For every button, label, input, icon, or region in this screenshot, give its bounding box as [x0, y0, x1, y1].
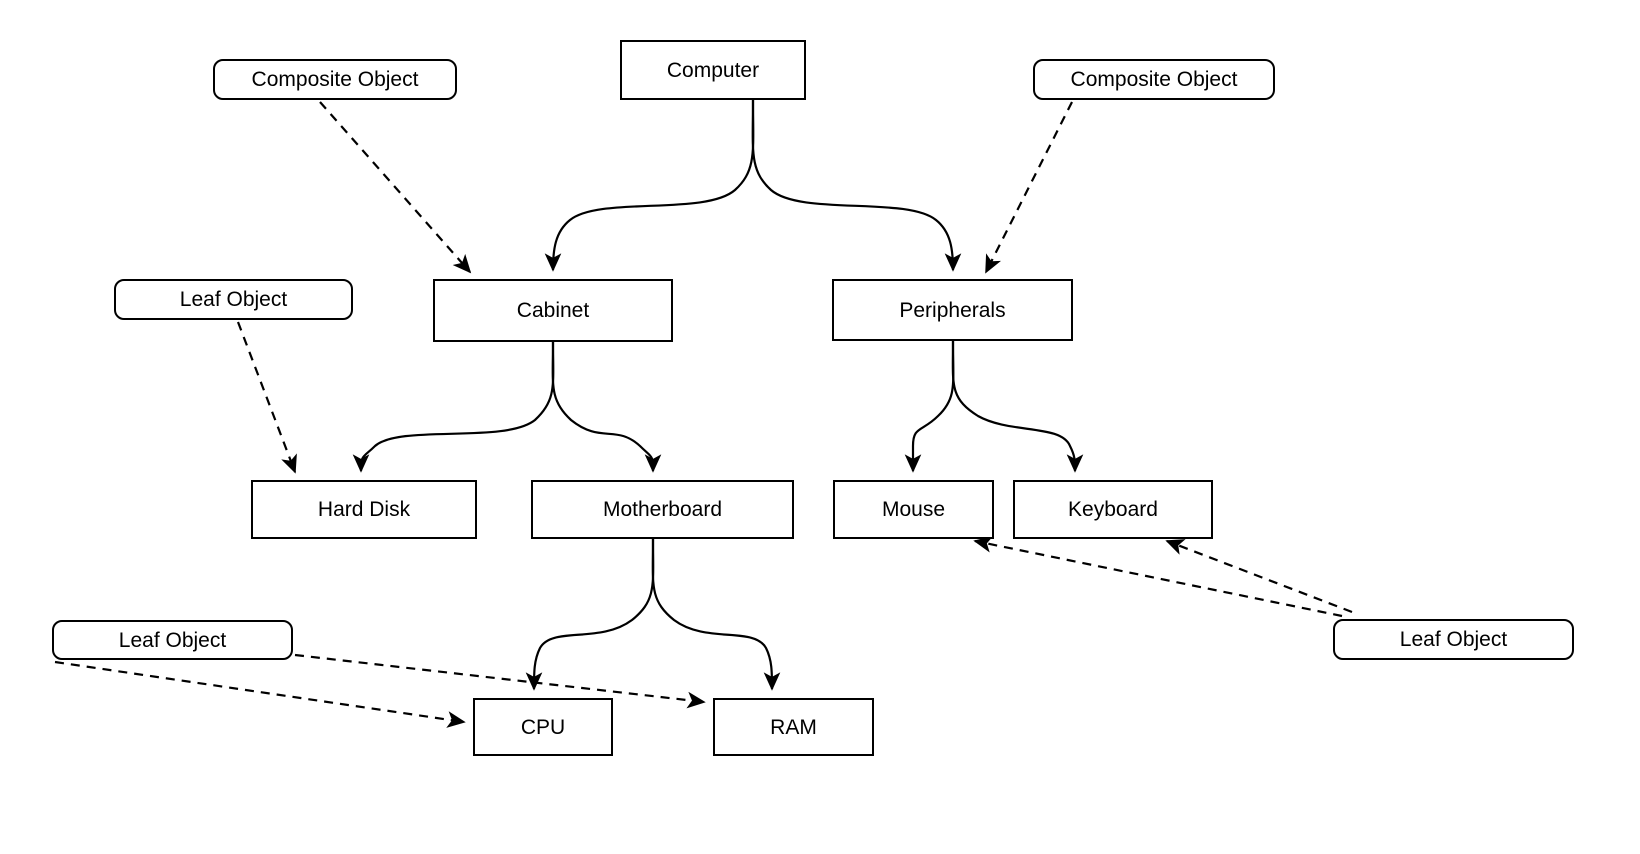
node-label: Hard Disk — [317, 498, 411, 521]
node-label: Leaf Object — [179, 288, 288, 311]
edge-cabinet-harddisk — [352, 341, 555, 473]
node-ram[interactable]: RAM — [713, 698, 874, 756]
edge-peripherals-mouse — [904, 340, 955, 473]
node-composite-left[interactable]: Composite Object — [213, 59, 457, 100]
edge-computer-cabinet — [544, 99, 755, 272]
node-label: Composite Object — [1070, 68, 1238, 91]
edge-leaf-left-bottom-cpu — [54, 660, 466, 728]
node-cabinet[interactable]: Cabinet — [433, 279, 673, 342]
edge-cabinet-motherboard — [551, 341, 662, 473]
node-mouse[interactable]: Mouse — [833, 480, 994, 539]
edge-leaf-left-bottom-ram — [294, 653, 706, 709]
node-label: Peripherals — [899, 298, 1006, 322]
node-peripherals[interactable]: Peripherals — [832, 279, 1073, 341]
node-label: Leaf Object — [118, 628, 227, 652]
node-leaf-right-bottom[interactable]: Leaf Object — [1333, 619, 1574, 660]
node-leaf-left-bottom[interactable]: Leaf Object — [52, 620, 293, 660]
node-hard-disk[interactable]: Hard Disk — [251, 480, 477, 539]
node-label: Motherboard — [602, 498, 723, 521]
node-label: Mouse — [881, 498, 946, 521]
node-label: RAM — [770, 715, 817, 739]
node-cpu[interactable]: CPU — [473, 698, 613, 756]
node-label: Computer — [666, 58, 760, 82]
node-label: Composite Object — [251, 68, 419, 91]
node-leaf-left-top[interactable]: Leaf Object — [114, 279, 353, 320]
edge-computer-peripherals — [751, 99, 962, 272]
edge-motherboard-ram — [651, 538, 781, 691]
node-label: Leaf Object — [1399, 628, 1508, 651]
node-computer[interactable]: Computer — [620, 40, 806, 100]
node-motherboard[interactable]: Motherboard — [531, 480, 794, 539]
edge-composite-left-cabinet — [319, 101, 472, 274]
edge-leaf-left-top-harddisk — [236, 321, 297, 474]
node-label: Cabinet — [516, 299, 590, 322]
edge-motherboard-cpu — [525, 538, 655, 691]
edge-composite-right-periph — [985, 101, 1073, 274]
node-composite-right[interactable]: Composite Object — [1033, 59, 1275, 100]
edge-peripherals-keyboard — [951, 340, 1084, 473]
node-label: CPU — [520, 715, 566, 739]
diagram-canvas: Computer Cabinet Peripherals Hard Disk Mothe… — [0, 0, 1640, 854]
edge-leaf-right-bottom-keyb — [1165, 539, 1353, 614]
node-keyboard[interactable]: Keyboard — [1013, 480, 1213, 539]
edge-leaf-right-bottom-mouse — [973, 536, 1343, 618]
node-label: Keyboard — [1068, 498, 1158, 521]
